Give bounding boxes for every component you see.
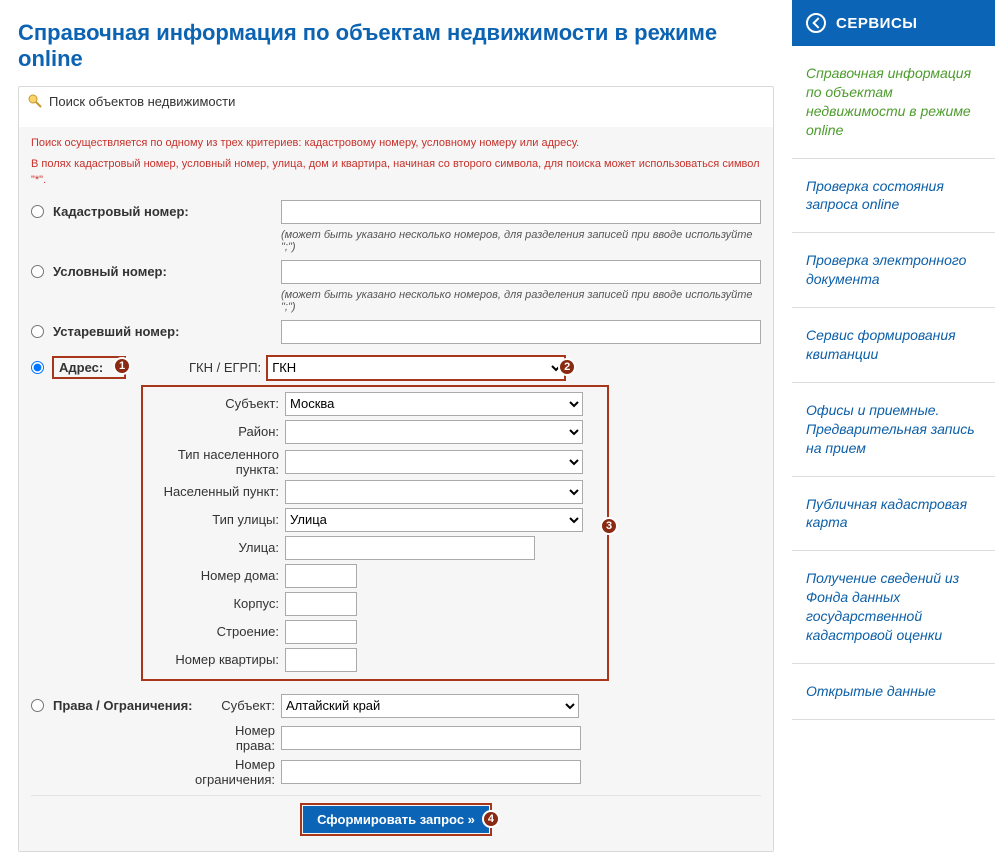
select-settlement[interactable] [285, 480, 583, 504]
radio-conditional[interactable] [31, 265, 44, 278]
page-title: Справочная информация по объектам недвиж… [18, 20, 774, 72]
radio-rights[interactable] [31, 699, 44, 712]
label-restriction-num: Номер ограничения: [171, 757, 281, 787]
services-header-text: СЕРВИСЫ [836, 15, 917, 32]
input-structure[interactable] [285, 620, 357, 644]
sidebar-item-receipt[interactable]: Сервис формирования квитанции [792, 308, 995, 383]
input-house[interactable] [285, 564, 357, 588]
search-panel: Поиск объектов недвижимости Поиск осущес… [18, 86, 774, 852]
sidebar-item-offices[interactable]: Офисы и приемные. Предварительная запись… [792, 383, 995, 477]
hint-cadastral: (может быть указано несколько номеров, д… [31, 229, 761, 253]
input-old[interactable] [281, 320, 761, 344]
sidebar-item-info-online[interactable]: Справочная информация по объектам недвиж… [792, 46, 995, 159]
label-house: Номер дома: [147, 568, 285, 583]
label-street: Улица: [147, 540, 285, 555]
label-rights: Права / Ограничения: [53, 698, 203, 713]
radio-address[interactable] [31, 361, 44, 374]
label-apt: Номер квартиры: [147, 652, 285, 667]
sidebar-item-request-status[interactable]: Проверка состояния запроса online [792, 159, 995, 234]
label-district: Район: [147, 424, 285, 439]
label-structure: Строение: [147, 624, 285, 639]
hint-conditional: (может быть указано несколько номеров, д… [31, 289, 761, 313]
sidebar: СЕРВИСЫ Справочная информация по объекта… [792, 0, 995, 864]
sidebar-item-open-data[interactable]: Открытые данные [792, 664, 995, 720]
label-settlement-type: Тип населенного пункта: [147, 447, 285, 477]
select-subject[interactable]: Москва [285, 392, 583, 416]
info-line-2: В полях кадастровый номер, условный номе… [31, 156, 761, 189]
submit-button[interactable]: Сформировать запрос » [303, 806, 489, 833]
select-settlement-type[interactable] [285, 450, 583, 474]
marker-4: 4 [482, 810, 500, 828]
select-rights-subject[interactable]: Алтайский край [281, 694, 579, 718]
panel-legend-text: Поиск объектов недвижимости [49, 94, 235, 109]
label-settlement: Населенный пункт: [147, 484, 285, 499]
radio-cadastral[interactable] [31, 205, 44, 218]
input-street[interactable] [285, 536, 535, 560]
select-street-type[interactable]: Улица [285, 508, 583, 532]
input-apt[interactable] [285, 648, 357, 672]
services-header[interactable]: СЕРВИСЫ [792, 0, 995, 46]
label-gkn: ГКН / ЕГРП: [189, 360, 267, 375]
label-subject: Субъект: [147, 396, 285, 411]
back-arrow-icon [806, 13, 826, 33]
select-district[interactable] [285, 420, 583, 444]
input-cadastral[interactable] [281, 200, 761, 224]
input-rights-num[interactable] [281, 726, 581, 750]
label-street-type: Тип улицы: [147, 512, 285, 527]
input-conditional[interactable] [281, 260, 761, 284]
label-building: Корпус: [147, 596, 285, 611]
marker-2: 2 [558, 358, 576, 376]
sidebar-item-verify-doc[interactable]: Проверка электронного документа [792, 233, 995, 308]
label-rights-subject: Субъект: [203, 698, 281, 713]
sidebar-item-public-map[interactable]: Публичная кадастровая карта [792, 477, 995, 552]
info-line-1: Поиск осуществляется по одному из трех к… [31, 135, 761, 152]
input-building[interactable] [285, 592, 357, 616]
label-old: Устаревший номер: [53, 324, 281, 339]
sidebar-item-fund-data[interactable]: Получение сведений из Фонда данных госуд… [792, 551, 995, 664]
radio-old[interactable] [31, 325, 44, 338]
label-cadastral: Кадастровый номер: [53, 204, 281, 219]
address-fields-block: 3 Субъект: Москва Район: Тип населенного… [141, 385, 609, 681]
marker-1: 1 [113, 357, 131, 375]
search-icon [27, 93, 43, 109]
label-conditional: Условный номер: [53, 264, 281, 279]
input-restriction-num[interactable] [281, 760, 581, 784]
marker-3: 3 [600, 517, 618, 535]
select-gkn[interactable]: ГКН [267, 356, 565, 380]
label-rights-num: Номер права: [203, 723, 281, 753]
